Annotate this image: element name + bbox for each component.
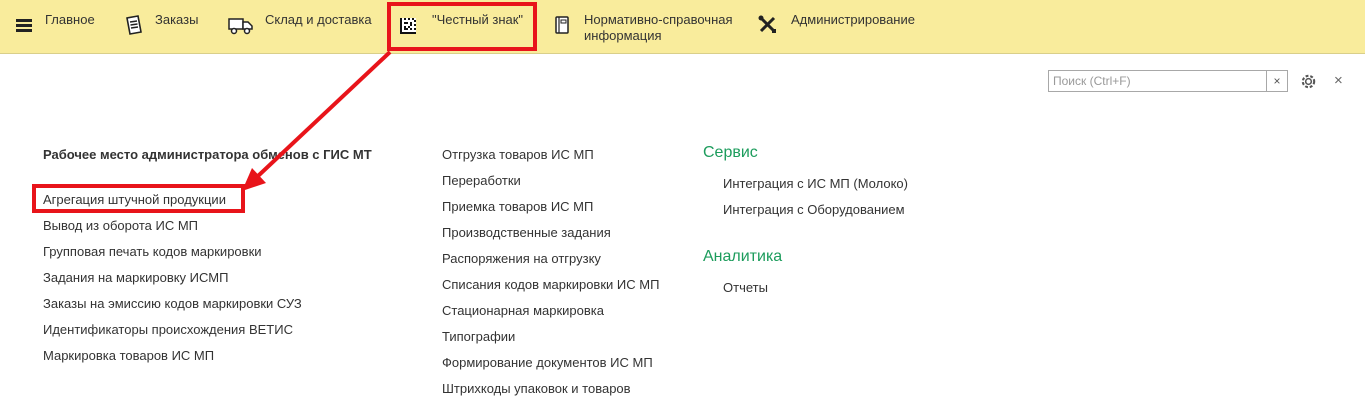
menu-link-acceptance[interactable]: Приемка товаров ИС МП bbox=[442, 199, 593, 214]
section-title-service: Сервис bbox=[703, 144, 758, 161]
menu-link-printing-houses[interactable]: Типографии bbox=[442, 329, 515, 344]
menu-link-emission-orders[interactable]: Заказы на эмиссию кодов маркировки СУЗ bbox=[43, 296, 302, 311]
nav-item-label: Склад и доставка bbox=[265, 12, 372, 27]
menu-link-group-print[interactable]: Групповая печать кодов маркировки bbox=[43, 244, 262, 259]
clear-search-button[interactable]: × bbox=[1266, 71, 1287, 91]
search-field: × bbox=[1048, 70, 1288, 92]
nav-item-reference-info[interactable]: Нормативно-справочная информация bbox=[553, 0, 743, 53]
hamburger-menu-icon bbox=[14, 14, 38, 38]
nav-item-label: Администрирование bbox=[791, 12, 915, 27]
menu-link-processing[interactable]: Переработки bbox=[442, 173, 521, 188]
truck-icon bbox=[228, 14, 256, 38]
menu-link-reports[interactable]: Отчеты bbox=[723, 280, 768, 295]
nav-item-orders[interactable]: Заказы bbox=[122, 0, 212, 53]
menu-link-barcodes[interactable]: Штрихкоды упаковок и товаров bbox=[442, 381, 631, 396]
nav-item-label: Заказы bbox=[155, 12, 199, 27]
close-icon[interactable]: × bbox=[1334, 72, 1343, 89]
book-icon bbox=[553, 14, 577, 38]
menu-link-shipment[interactable]: Отгрузка товаров ИС МП bbox=[442, 147, 594, 162]
highlight-frame-tab bbox=[387, 2, 537, 51]
nav-item-administration[interactable]: Администрирование bbox=[757, 0, 927, 53]
menu-link-goods-marking[interactable]: Маркировка товаров ИС МП bbox=[43, 348, 214, 363]
receipt-icon bbox=[122, 14, 146, 38]
menu-link-integration-milk[interactable]: Интеграция с ИС МП (Молоко) bbox=[723, 176, 908, 191]
menu-link-vetis-ids[interactable]: Идентификаторы происхождения ВЕТИС bbox=[43, 322, 293, 337]
nav-item-main[interactable]: Главное bbox=[14, 0, 109, 53]
tools-icon bbox=[757, 14, 781, 38]
nav-item-warehouse-delivery[interactable]: Склад и доставка bbox=[228, 0, 378, 53]
menu-link-integration-equipment[interactable]: Интеграция с Оборудованием bbox=[723, 202, 905, 217]
column-heading-admin-workplace[interactable]: Рабочее место администратора обменов с Г… bbox=[43, 147, 372, 162]
menu-link-production-tasks[interactable]: Производственные задания bbox=[442, 225, 611, 240]
nav-item-label: Нормативно-справочная информация bbox=[584, 12, 733, 43]
search-input[interactable] bbox=[1053, 73, 1267, 89]
menu-link-code-write-offs[interactable]: Списания кодов маркировки ИС МП bbox=[442, 277, 659, 292]
highlight-frame-item bbox=[32, 184, 245, 213]
menu-link-stationary-marking[interactable]: Стационарная маркировка bbox=[442, 303, 604, 318]
menu-link-withdrawal[interactable]: Вывод из оборота ИС МП bbox=[43, 218, 198, 233]
top-navigation-bar: Главное Заказы Склад и доставка "Честный… bbox=[0, 0, 1365, 54]
nav-item-label: Главное bbox=[45, 12, 95, 27]
gear-icon[interactable] bbox=[1299, 72, 1318, 91]
menu-link-document-generation[interactable]: Формирование документов ИС МП bbox=[442, 355, 653, 370]
section-title-analytics: Аналитика bbox=[703, 248, 783, 265]
menu-link-shipping-orders[interactable]: Распоряжения на отгрузку bbox=[442, 251, 601, 266]
menu-link-marking-tasks[interactable]: Задания на маркировку ИСМП bbox=[43, 270, 228, 285]
